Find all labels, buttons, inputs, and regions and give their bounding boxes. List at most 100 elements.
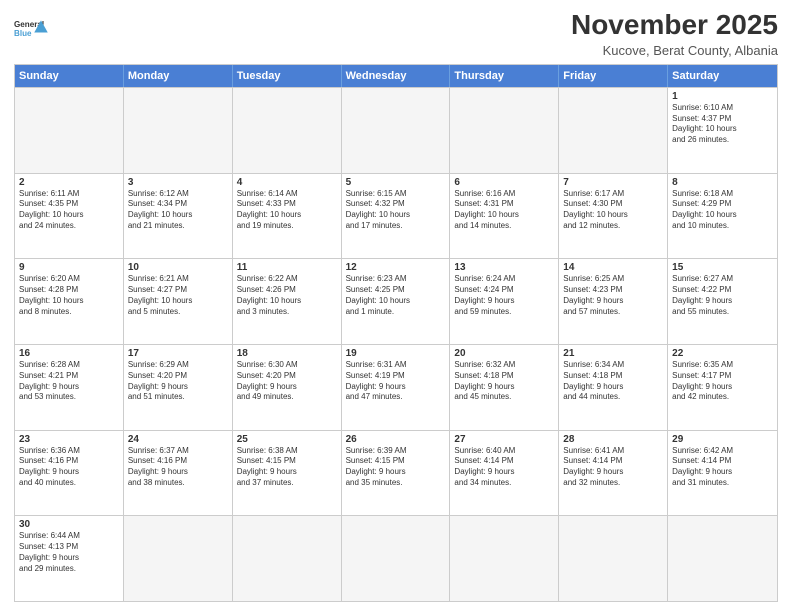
calendar-cell-empty [124,516,233,601]
day-number: 3 [128,177,228,188]
calendar-header-thursday: Thursday [450,65,559,87]
calendar-cell-4: 4Sunrise: 6:14 AM Sunset: 4:33 PM Daylig… [233,174,342,259]
day-number: 11 [237,262,337,273]
calendar-header: SundayMondayTuesdayWednesdayThursdayFrid… [15,65,777,87]
cell-info: Sunrise: 6:34 AM Sunset: 4:18 PM Dayligh… [563,360,663,403]
main-title: November 2025 [571,10,778,41]
header: GeneralBlue November 2025 Kucove, Berat … [14,10,778,58]
calendar-body: 1Sunrise: 6:10 AM Sunset: 4:37 PM Daylig… [15,87,777,601]
cell-info: Sunrise: 6:41 AM Sunset: 4:14 PM Dayligh… [563,446,663,489]
page: GeneralBlue November 2025 Kucove, Berat … [0,0,792,612]
calendar-header-sunday: Sunday [15,65,124,87]
day-number: 19 [346,348,446,359]
cell-info: Sunrise: 6:36 AM Sunset: 4:16 PM Dayligh… [19,446,119,489]
cell-info: Sunrise: 6:11 AM Sunset: 4:35 PM Dayligh… [19,189,119,232]
calendar-cell-empty [342,516,451,601]
cell-info: Sunrise: 6:28 AM Sunset: 4:21 PM Dayligh… [19,360,119,403]
calendar-cell-8: 8Sunrise: 6:18 AM Sunset: 4:29 PM Daylig… [668,174,777,259]
day-number: 6 [454,177,554,188]
calendar-cell-5: 5Sunrise: 6:15 AM Sunset: 4:32 PM Daylig… [342,174,451,259]
day-number: 15 [672,262,773,273]
calendar-cell-29: 29Sunrise: 6:42 AM Sunset: 4:14 PM Dayli… [668,431,777,516]
cell-info: Sunrise: 6:14 AM Sunset: 4:33 PM Dayligh… [237,189,337,232]
calendar-row-1: 2Sunrise: 6:11 AM Sunset: 4:35 PM Daylig… [15,173,777,259]
day-number: 22 [672,348,773,359]
cell-info: Sunrise: 6:22 AM Sunset: 4:26 PM Dayligh… [237,274,337,317]
cell-info: Sunrise: 6:24 AM Sunset: 4:24 PM Dayligh… [454,274,554,317]
cell-info: Sunrise: 6:23 AM Sunset: 4:25 PM Dayligh… [346,274,446,317]
calendar-cell-22: 22Sunrise: 6:35 AM Sunset: 4:17 PM Dayli… [668,345,777,430]
calendar-cell-9: 9Sunrise: 6:20 AM Sunset: 4:28 PM Daylig… [15,259,124,344]
cell-info: Sunrise: 6:30 AM Sunset: 4:20 PM Dayligh… [237,360,337,403]
cell-info: Sunrise: 6:38 AM Sunset: 4:15 PM Dayligh… [237,446,337,489]
cell-info: Sunrise: 6:31 AM Sunset: 4:19 PM Dayligh… [346,360,446,403]
calendar-header-wednesday: Wednesday [342,65,451,87]
calendar-cell-empty [233,88,342,173]
calendar-cell-empty [559,516,668,601]
calendar-cell-25: 25Sunrise: 6:38 AM Sunset: 4:15 PM Dayli… [233,431,342,516]
calendar-header-monday: Monday [124,65,233,87]
calendar-cell-30: 30Sunrise: 6:44 AM Sunset: 4:13 PM Dayli… [15,516,124,601]
cell-info: Sunrise: 6:18 AM Sunset: 4:29 PM Dayligh… [672,189,773,232]
calendar-cell-17: 17Sunrise: 6:29 AM Sunset: 4:20 PM Dayli… [124,345,233,430]
day-number: 13 [454,262,554,273]
day-number: 16 [19,348,119,359]
calendar-cell-11: 11Sunrise: 6:22 AM Sunset: 4:26 PM Dayli… [233,259,342,344]
calendar-cell-27: 27Sunrise: 6:40 AM Sunset: 4:14 PM Dayli… [450,431,559,516]
cell-info: Sunrise: 6:29 AM Sunset: 4:20 PM Dayligh… [128,360,228,403]
calendar-cell-20: 20Sunrise: 6:32 AM Sunset: 4:18 PM Dayli… [450,345,559,430]
day-number: 8 [672,177,773,188]
calendar-cell-empty [15,88,124,173]
calendar-cell-21: 21Sunrise: 6:34 AM Sunset: 4:18 PM Dayli… [559,345,668,430]
calendar-cell-23: 23Sunrise: 6:36 AM Sunset: 4:16 PM Dayli… [15,431,124,516]
day-number: 20 [454,348,554,359]
calendar-cell-10: 10Sunrise: 6:21 AM Sunset: 4:27 PM Dayli… [124,259,233,344]
calendar-cell-2: 2Sunrise: 6:11 AM Sunset: 4:35 PM Daylig… [15,174,124,259]
svg-text:Blue: Blue [14,29,32,38]
cell-info: Sunrise: 6:35 AM Sunset: 4:17 PM Dayligh… [672,360,773,403]
calendar-cell-26: 26Sunrise: 6:39 AM Sunset: 4:15 PM Dayli… [342,431,451,516]
calendar-cell-empty [450,88,559,173]
day-number: 23 [19,434,119,445]
cell-info: Sunrise: 6:44 AM Sunset: 4:13 PM Dayligh… [19,531,119,574]
calendar-header-friday: Friday [559,65,668,87]
calendar-row-4: 23Sunrise: 6:36 AM Sunset: 4:16 PM Dayli… [15,430,777,516]
calendar-cell-19: 19Sunrise: 6:31 AM Sunset: 4:19 PM Dayli… [342,345,451,430]
calendar-cell-empty [450,516,559,601]
calendar-cell-15: 15Sunrise: 6:27 AM Sunset: 4:22 PM Dayli… [668,259,777,344]
day-number: 9 [19,262,119,273]
day-number: 4 [237,177,337,188]
calendar-cell-12: 12Sunrise: 6:23 AM Sunset: 4:25 PM Dayli… [342,259,451,344]
calendar-cell-24: 24Sunrise: 6:37 AM Sunset: 4:16 PM Dayli… [124,431,233,516]
day-number: 10 [128,262,228,273]
calendar-cell-empty [233,516,342,601]
calendar-cell-6: 6Sunrise: 6:16 AM Sunset: 4:31 PM Daylig… [450,174,559,259]
subtitle: Kucove, Berat County, Albania [571,43,778,58]
cell-info: Sunrise: 6:37 AM Sunset: 4:16 PM Dayligh… [128,446,228,489]
calendar-row-5: 30Sunrise: 6:44 AM Sunset: 4:13 PM Dayli… [15,515,777,601]
day-number: 1 [672,91,773,102]
day-number: 24 [128,434,228,445]
cell-info: Sunrise: 6:20 AM Sunset: 4:28 PM Dayligh… [19,274,119,317]
calendar-cell-3: 3Sunrise: 6:12 AM Sunset: 4:34 PM Daylig… [124,174,233,259]
logo-icon: GeneralBlue [14,10,50,46]
day-number: 2 [19,177,119,188]
day-number: 25 [237,434,337,445]
day-number: 14 [563,262,663,273]
calendar-cell-empty [342,88,451,173]
calendar-cell-16: 16Sunrise: 6:28 AM Sunset: 4:21 PM Dayli… [15,345,124,430]
day-number: 29 [672,434,773,445]
calendar-cell-14: 14Sunrise: 6:25 AM Sunset: 4:23 PM Dayli… [559,259,668,344]
cell-info: Sunrise: 6:39 AM Sunset: 4:15 PM Dayligh… [346,446,446,489]
calendar-cell-18: 18Sunrise: 6:30 AM Sunset: 4:20 PM Dayli… [233,345,342,430]
day-number: 26 [346,434,446,445]
cell-info: Sunrise: 6:40 AM Sunset: 4:14 PM Dayligh… [454,446,554,489]
day-number: 30 [19,519,119,530]
cell-info: Sunrise: 6:32 AM Sunset: 4:18 PM Dayligh… [454,360,554,403]
cell-info: Sunrise: 6:10 AM Sunset: 4:37 PM Dayligh… [672,103,773,146]
calendar-cell-13: 13Sunrise: 6:24 AM Sunset: 4:24 PM Dayli… [450,259,559,344]
title-block: November 2025 Kucove, Berat County, Alba… [571,10,778,58]
day-number: 7 [563,177,663,188]
calendar-cell-empty [124,88,233,173]
day-number: 17 [128,348,228,359]
